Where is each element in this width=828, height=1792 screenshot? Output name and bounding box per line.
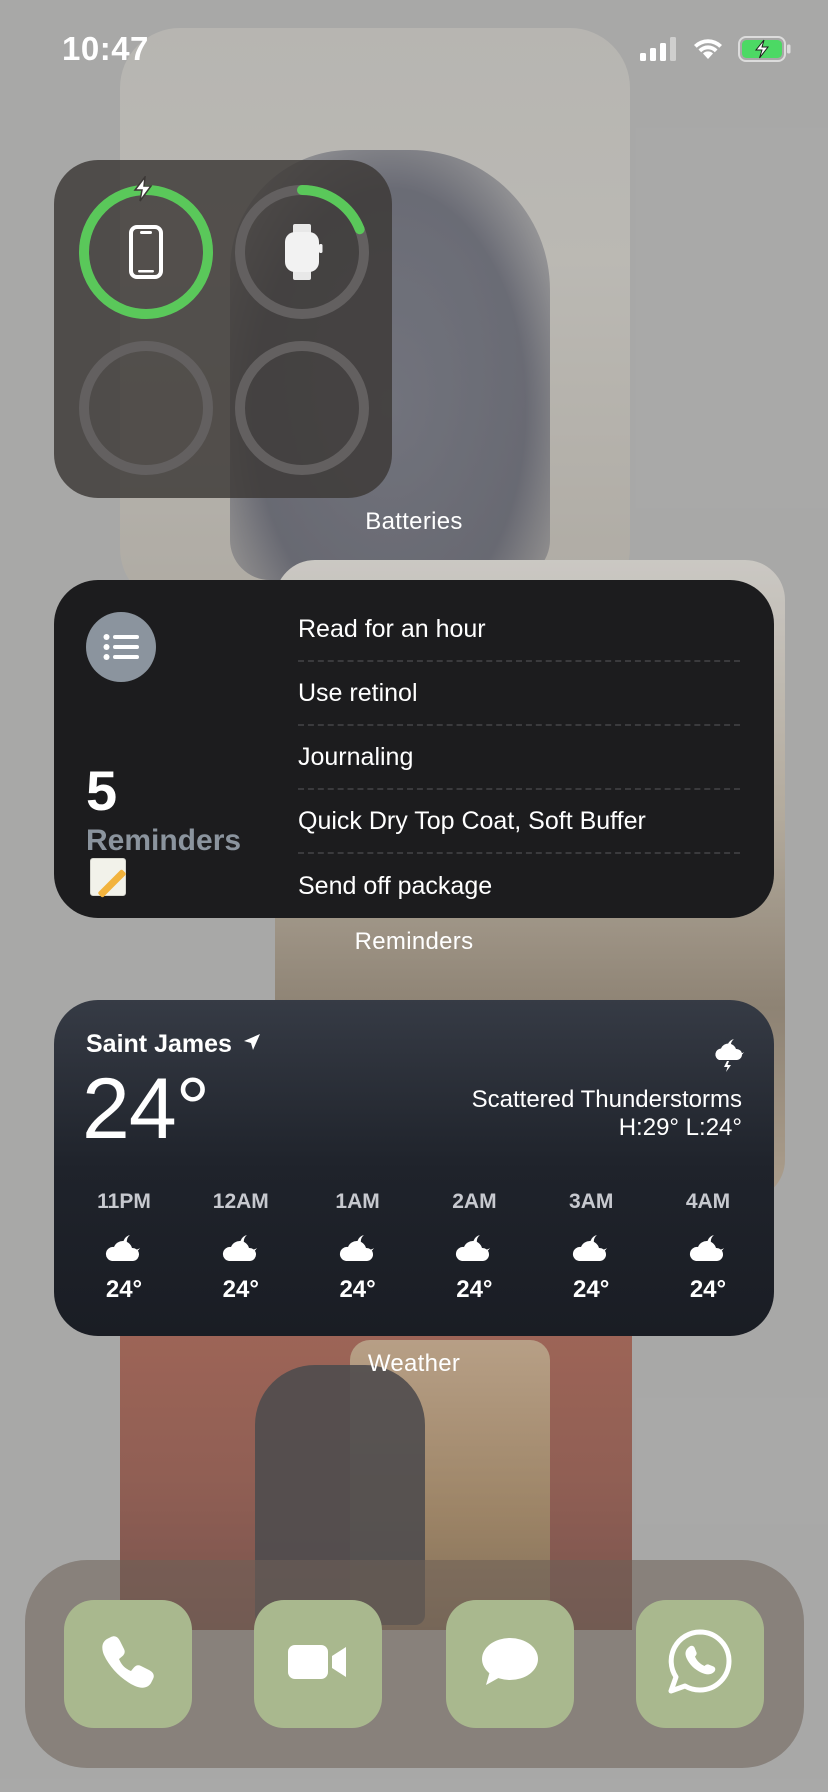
weather-city: Saint James [86,1030,232,1058]
hourly-time: 2AM [452,1190,497,1213]
hourly-temp: 24° [105,1276,143,1303]
battery-charging-icon [738,36,792,67]
hourly-temp: 24° [573,1276,610,1303]
facetime-app-button[interactable] [254,1600,382,1728]
cloud-moon-icon [571,1220,611,1276]
reminder-item[interactable]: Use retinol [298,662,740,726]
battery-ring-empty-1 [76,338,216,478]
hourly-forecast: 11PM 24° 12AM 24° 1AM 24° 2AM 24° 3AM 24… [76,1190,756,1304]
weather-widget[interactable]: Saint James 24° Scattered Thunderstorms … [54,1000,774,1336]
status-time: 10:47 [62,30,149,67]
reminders-widget[interactable]: 5 Reminders Read for an hour Use retinol… [54,580,774,918]
batteries-caption: Batteries [365,508,463,535]
hourly-item: 3AM 24° [543,1190,639,1304]
memo-emoji-icon [90,858,126,896]
cloud-moon-icon [221,1220,261,1276]
phone-app-button[interactable] [64,1600,192,1728]
hourly-time: 3AM [569,1190,614,1213]
hourly-item: 12AM 24° [193,1190,289,1304]
battery-ring-watch [232,182,372,322]
reminders-label: Reminders [86,824,242,857]
hourly-temp: 24° [689,1276,727,1303]
status-bar: 10:47 [0,0,828,100]
hourly-item: 1AM 24° [310,1190,406,1304]
reminders-count: 5 [86,759,118,822]
reminder-item[interactable]: Send off package [298,854,740,918]
hourly-time: 1AM [335,1190,380,1213]
phone-icon [97,1631,159,1698]
cloud-moon-icon [454,1220,494,1276]
hourly-time: 12AM [212,1190,269,1213]
messages-icon [480,1635,540,1694]
dock [25,1560,804,1768]
reminder-item[interactable]: Quick Dry Top Coat, Soft Buffer [298,790,740,854]
batteries-widget[interactable] [54,160,392,498]
reminder-item[interactable]: Read for an hour [298,598,740,662]
weather-current-temp: 24° [82,1061,210,1157]
reminders-caption: Reminders [354,928,474,955]
reminders-list: Read for an hour Use retinol Journaling … [298,598,740,918]
status-icons [640,36,792,67]
battery-ring-empty-2 [232,338,372,478]
hourly-temp: 24° [456,1276,493,1303]
facetime-icon [286,1642,350,1687]
hourly-time: 11PM [97,1190,151,1213]
reminder-item[interactable]: Journaling [298,726,740,790]
whatsapp-app-button[interactable] [636,1600,764,1728]
cloud-moon-icon [104,1220,144,1276]
messages-app-button[interactable] [446,1600,574,1728]
weather-caption: Weather [367,1350,461,1377]
hourly-temp: 24° [339,1276,376,1303]
hourly-temp: 24° [222,1276,259,1303]
thunderstorm-icon [710,1036,748,1077]
list-bullet-icon [86,612,156,682]
hourly-item: 4AM 24° [660,1190,756,1304]
weather-location: Saint James [86,1030,262,1059]
hourly-time: 4AM [685,1190,731,1213]
charging-bolt-icon [132,174,154,207]
cloud-moon-icon [688,1220,728,1276]
signal-icon [640,37,678,66]
hourly-item: 2AM 24° [426,1190,522,1304]
weather-high-low: H:29° L:24° [618,1114,742,1141]
weather-condition: Scattered Thunderstorms [471,1086,742,1113]
wifi-icon [692,37,724,66]
hourly-item: 11PM 24° [76,1190,172,1304]
whatsapp-icon [664,1626,736,1703]
cloud-moon-icon [338,1220,378,1276]
location-arrow-icon [242,1030,262,1059]
